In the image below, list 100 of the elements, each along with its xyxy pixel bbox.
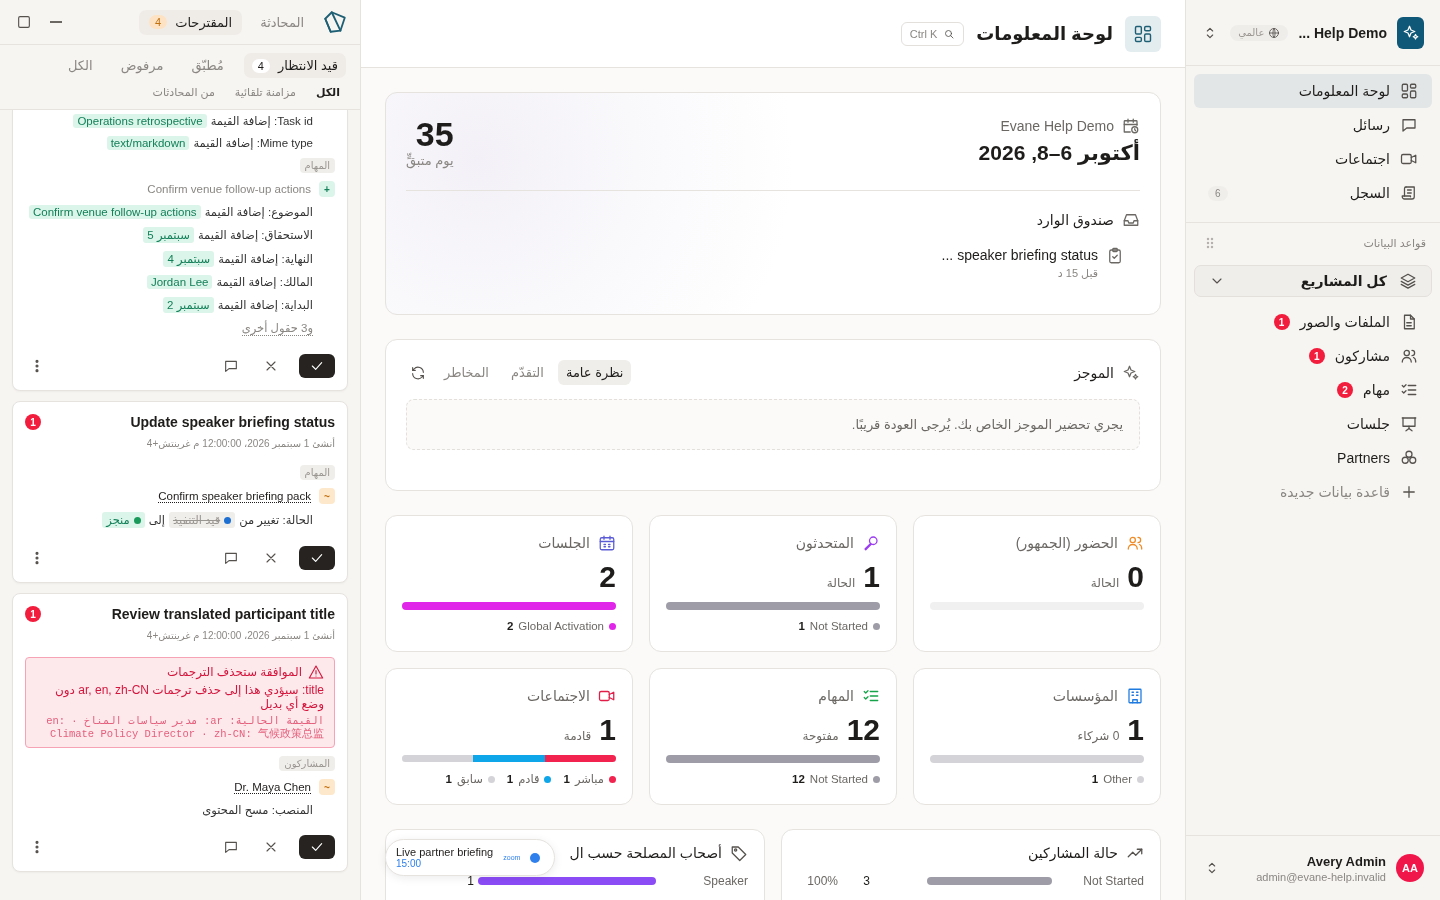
inbox-item-time: قبل 15 د (1056, 267, 1098, 280)
clipboard-check-icon (1106, 247, 1124, 265)
globe-icon (1268, 26, 1281, 39)
stat-value: 0 (1127, 562, 1144, 592)
nav-item[interactable]: اجتماعات (1194, 142, 1432, 176)
stat-label: المؤسسات (1052, 688, 1118, 704)
inbox-title: صندوق الوارد (1036, 212, 1114, 228)
circles-icon (1400, 449, 1418, 467)
field-label: الاستحقاق: إضافة القيمة (197, 228, 313, 242)
legend-label: سابق (456, 772, 483, 786)
chart-title: أصحاب المصلحة حسب ال (569, 845, 722, 861)
nav-item[interactable]: رسائل (1194, 108, 1432, 142)
section-tag: المشاركون (279, 756, 335, 771)
countdown-number: 35 (415, 117, 454, 151)
calendar-icon (598, 534, 616, 552)
row-percent: 100% (807, 874, 838, 888)
warning-title: الموافقة ستحذف الترجمات (166, 665, 302, 679)
new-value: Operations retrospective (73, 114, 207, 128)
new-value: سبتمبر 5 (143, 227, 194, 243)
chart-title: حالة المشاركين (1028, 845, 1118, 861)
minus-icon (50, 21, 62, 23)
more-fields-link[interactable]: و3 حقول أخرى (241, 321, 313, 336)
live-dot-icon (530, 852, 541, 863)
field-label: النهاية: إضافة القيمة (218, 252, 313, 266)
field-label: الحالة: تغيير من (239, 513, 313, 527)
stat-label: الجلسات (538, 535, 590, 551)
plus-icon (1400, 483, 1418, 501)
legend-count: 1 (798, 620, 805, 632)
stat-label: الحضور (الجمهور) (1015, 535, 1118, 551)
new-value: Jordan Lee (146, 275, 213, 289)
stat-value: 1 (1127, 715, 1144, 745)
database-item[interactable]: جلسات (1194, 407, 1432, 441)
new-value: text/markdown (106, 136, 190, 150)
row-label: Not Started (1082, 874, 1144, 888)
count-badge: 2 (1337, 382, 1354, 398)
record-link[interactable]: Dr. Maya Chen (234, 780, 311, 794)
card-title: Update speaker briefing status (130, 414, 335, 430)
people-icon (1126, 534, 1144, 552)
nav-item[interactable]: لوحة المعلومات (1194, 74, 1432, 108)
briefing-title: الموجز (1074, 364, 1114, 381)
tab[interactable]: التقدّم (502, 360, 552, 385)
field-label: البداية: إضافة القيمة (217, 298, 313, 312)
user-name: Avery Admin (1305, 853, 1386, 869)
count-badge: 4 (149, 15, 168, 29)
legend-count: 12 (792, 773, 805, 785)
dashboard-grid-icon (1133, 23, 1153, 44)
inbox-item-title[interactable]: speaker briefing status ... (941, 247, 1098, 263)
section-label: قواعد البيانات (1363, 236, 1426, 250)
field-label: المالك: إضافة القيمة (216, 275, 313, 289)
card-title: Review translated participant title (111, 606, 335, 622)
legend-label: مباشر (574, 772, 604, 786)
countdown-label: يوم متبقٍّ (406, 153, 454, 168)
square-icon (16, 14, 32, 30)
database-item[interactable]: Partners (1194, 441, 1432, 475)
section-tag: المهام (299, 158, 335, 173)
event-dates: أكتوبر 6–8, 2026 (978, 141, 1140, 165)
apply-button[interactable] (299, 835, 335, 859)
building-icon (1126, 687, 1144, 705)
stat-caption: الحالة (826, 576, 856, 590)
project-select[interactable]: كل المشاريع (1194, 265, 1432, 297)
apply-button[interactable] (299, 546, 335, 570)
legend-label: Other (1103, 773, 1132, 785)
new-value: سبتمبر 2 (163, 297, 214, 313)
search-icon (943, 27, 956, 40)
stat-label: الاجتماعات (527, 688, 590, 704)
record-link[interactable]: Confirm speaker briefing pack (158, 489, 311, 503)
field-label: Task id: إضافة القيمة (210, 114, 313, 128)
row-label: Speaker (702, 874, 748, 888)
legend-label: قادم (518, 772, 540, 786)
layers-icon (1399, 272, 1417, 290)
current-value-text: القيمة الحالية: ar: مدير سياسات المناخ · en: Climate Policy Director · zh-CN: 气候政策总监 (45, 714, 324, 741)
tab[interactable]: المخاطر (436, 360, 497, 385)
legend-count: 1 (1091, 773, 1099, 785)
sparkles-icon (1122, 363, 1140, 382)
count-badge: 4 (251, 58, 270, 73)
tab[interactable]: نظرة عامة (557, 360, 632, 385)
sparkles-icon (1401, 23, 1420, 42)
scroll-icon (1400, 184, 1418, 202)
scope-label: عالمي (1238, 27, 1265, 38)
created-date: أنشئ 1 سبتمبر 2026، 12:00:00 م غرينتش+4 (145, 438, 335, 449)
legend-label: Not Started (809, 773, 868, 785)
apply-button[interactable] (299, 354, 335, 378)
search-button[interactable]: Ctrl K (900, 21, 965, 46)
legend-label: Not Started (809, 620, 868, 632)
source-filter[interactable]: الكل (315, 86, 340, 99)
added-marker: + (319, 181, 335, 197)
record-link[interactable]: Confirm venue follow-up actions (147, 183, 311, 195)
warning-icon (308, 664, 324, 680)
user-avatar[interactable]: AA (1396, 854, 1424, 882)
changed-marker: ~ (319, 488, 335, 504)
count-badge: 1 (25, 414, 41, 430)
row-count: 1 (466, 874, 474, 888)
old-value: قيد التنفيذ (169, 512, 236, 528)
workspace-logo[interactable] (1397, 16, 1424, 49)
chat-bubble-icon (1400, 116, 1418, 134)
count-badge: 1 (1273, 314, 1290, 330)
page-title: لوحة المعلومات (976, 22, 1113, 45)
briefing-message: يجري تحضير الموجز الخاص بك. يُرجى العودة قريبًا. (406, 399, 1140, 450)
stat-caption: مفتوحة (802, 729, 839, 743)
stat-value: 12 (846, 715, 880, 745)
